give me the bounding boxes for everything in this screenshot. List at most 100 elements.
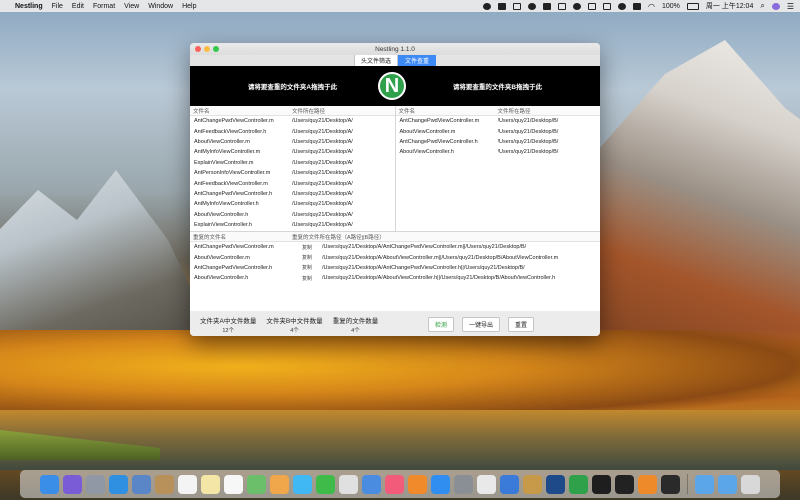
calendar-icon[interactable] — [178, 474, 197, 494]
menu-extra-window-icon[interactable] — [542, 2, 551, 10]
preview-icon[interactable] — [132, 474, 151, 494]
sublime-icon[interactable] — [638, 474, 657, 494]
column-header-dup-path[interactable]: 重复的文件所在路径（A路径||B路径） — [292, 233, 600, 241]
nestling-icon[interactable] — [569, 474, 588, 494]
copy-button[interactable]: 复制 — [292, 254, 322, 261]
table-row[interactable]: AntMyInfoViewController.h/Users/quy21/De… — [190, 199, 395, 209]
system-prefs-icon[interactable] — [454, 474, 473, 494]
column-header-filename[interactable]: 文件名 — [190, 107, 292, 115]
zoom-icon[interactable] — [213, 46, 219, 52]
maps-icon[interactable] — [247, 474, 266, 494]
menu-extra-mono-icon[interactable] — [632, 2, 641, 10]
menu-extra-outline-icon[interactable] — [512, 2, 521, 10]
facetime-icon[interactable] — [316, 474, 335, 494]
notes-brown-icon[interactable] — [155, 474, 174, 494]
table-row[interactable]: AntPersonInfoViewController.m/Users/quy2… — [190, 168, 395, 178]
wifi-icon[interactable]: ◠ — [648, 2, 655, 11]
table-row[interactable]: AntChangePwdViewController.h/Users/quy21… — [190, 189, 395, 199]
export-all-button[interactable]: 一键导出 — [461, 317, 500, 332]
copy-button[interactable]: 复制 — [292, 264, 322, 271]
notification-center-icon[interactable]: ☰ — [787, 2, 794, 11]
siri-icon[interactable] — [63, 474, 82, 494]
music-icon[interactable] — [385, 474, 404, 494]
file-path-cell: /Users/quy21/Desktop/A/ — [292, 138, 353, 145]
finder-icon[interactable] — [40, 474, 59, 494]
siri-menu-icon[interactable] — [771, 2, 780, 10]
table-row[interactable]: AntChangePwdViewController.m/Users/quy21… — [396, 116, 601, 126]
battery-percent[interactable]: 100% — [662, 3, 680, 10]
menu-extra-display-icon[interactable] — [557, 2, 566, 10]
copy-button[interactable]: 复制 — [292, 244, 322, 251]
menu-extra-box-icon[interactable] — [497, 2, 506, 10]
table-row[interactable]: AboutViewController.m/Users/quy21/Deskto… — [396, 126, 601, 136]
drop-zone-b[interactable]: 请将要查重的文件夹B拖拽于此 — [395, 81, 600, 91]
table-row[interactable]: AboutViewController.h/Users/quy21/Deskto… — [190, 210, 395, 220]
menu-extra-round-icon[interactable] — [527, 2, 536, 10]
stickies-icon[interactable] — [201, 474, 220, 494]
clock[interactable]: 周一 上午12:04 — [706, 1, 753, 11]
copy-button[interactable]: 复制 — [292, 275, 322, 282]
downloads-folder-icon[interactable] — [718, 474, 737, 494]
keynote-icon[interactable] — [362, 474, 381, 494]
duplicate-row[interactable]: AntChangePwdViewController.h 复制/Users/quy… — [190, 263, 600, 273]
table-row[interactable]: ExplainViewController.m/Users/quy21/Desk… — [190, 158, 395, 168]
duplicate-row[interactable]: AntChangePwdViewController.m 复制/Users/quy… — [190, 242, 600, 252]
table-row[interactable]: AboutViewController.h/Users/quy21/Deskto… — [396, 147, 601, 157]
duplicate-row[interactable]: AboutViewController.m 复制/Users/quy21/Desk… — [190, 252, 600, 262]
menu-extra-circle-icon[interactable] — [617, 2, 626, 10]
reminders-icon[interactable] — [224, 474, 243, 494]
window-titlebar[interactable]: Nestling 1.1.0 — [190, 43, 600, 55]
duplicates-header: 重复的文件名 重复的文件所在路径（A路径||B路径） — [190, 232, 600, 242]
column-header-path[interactable]: 文件所在路径 — [292, 107, 395, 115]
sourcetree-icon[interactable] — [546, 474, 565, 494]
battery-icon[interactable] — [686, 2, 699, 10]
terminal-icon[interactable] — [592, 474, 611, 494]
books-icon[interactable] — [408, 474, 427, 494]
menu-extra-lock-icon[interactable] — [587, 2, 596, 10]
minimize-icon[interactable] — [204, 46, 210, 52]
instruments-icon[interactable] — [523, 474, 542, 494]
menu-edit[interactable]: Edit — [72, 3, 84, 10]
table-row[interactable]: ExplainViewController.h/Users/quy21/Desk… — [190, 220, 395, 230]
menu-extra-chat-icon[interactable] — [602, 2, 611, 10]
chrome-icon[interactable] — [477, 474, 496, 494]
xcode-icon[interactable] — [500, 474, 519, 494]
duplicate-row[interactable]: AboutViewController.h 复制/Users/quy21/Desk… — [190, 273, 600, 283]
safari-icon[interactable] — [109, 474, 128, 494]
trash-icon[interactable] — [741, 474, 760, 494]
stat-a-label: 文件夹A中文件数量 — [200, 318, 257, 325]
menu-view[interactable]: View — [124, 3, 139, 10]
table-row[interactable]: AntChangePwdViewController.h/Users/quy21… — [396, 137, 601, 147]
messages-icon[interactable] — [293, 474, 312, 494]
launchpad-icon[interactable] — [86, 474, 105, 494]
folder-icon[interactable] — [695, 474, 714, 494]
duplicates-table[interactable]: 重复的文件名 重复的文件所在路径（A路径||B路径） AntChangePwdV… — [190, 231, 600, 311]
menu-extra-dot-icon[interactable] — [572, 2, 581, 10]
numbers-icon[interactable] — [339, 474, 358, 494]
photos-icon[interactable] — [270, 474, 289, 494]
detect-button[interactable]: 检测 — [427, 317, 454, 332]
folder-a-table[interactable]: 文件名 文件所在路径 AntChangePwdViewController.m /… — [190, 106, 396, 231]
table-row[interactable]: AntMyInfoViewController.m/Users/quy21/De… — [190, 147, 395, 157]
table-row[interactable]: AntFeedbackViewController.h/Users/quy21/… — [190, 126, 395, 136]
menu-window[interactable]: Window — [148, 3, 173, 10]
table-row[interactable]: AntChangePwdViewController.m/Users/quy21… — [190, 116, 395, 126]
menu-help[interactable]: Help — [182, 3, 196, 10]
column-header-dup-filename[interactable]: 重复的文件名 — [190, 233, 292, 241]
activity-icon[interactable] — [661, 474, 680, 494]
qq-status-icon[interactable] — [482, 2, 491, 10]
menu-app-name[interactable]: Nestling — [15, 3, 43, 10]
table-row[interactable]: AboutViewController.m/Users/quy21/Deskto… — [190, 137, 395, 147]
qq-icon[interactable] — [615, 474, 634, 494]
menu-format[interactable]: Format — [93, 3, 115, 10]
drop-zone-a[interactable]: 请将要查重的文件夹A拖拽于此 — [190, 81, 395, 91]
folder-b-table[interactable]: 文件名 文件所在路径 AntChangePwdViewController.m /… — [395, 106, 601, 231]
close-icon[interactable] — [195, 46, 201, 52]
appstore-icon[interactable] — [431, 474, 450, 494]
spotlight-icon[interactable]: ⌕ — [760, 1, 764, 11]
menu-file[interactable]: File — [52, 3, 63, 10]
column-header-filename[interactable]: 文件名 — [396, 107, 498, 115]
reset-button[interactable]: 重置 — [507, 317, 534, 332]
table-row[interactable]: AntFeedbackViewController.m/Users/quy21/… — [190, 178, 395, 188]
column-header-path[interactable]: 文件所在路径 — [498, 107, 601, 115]
